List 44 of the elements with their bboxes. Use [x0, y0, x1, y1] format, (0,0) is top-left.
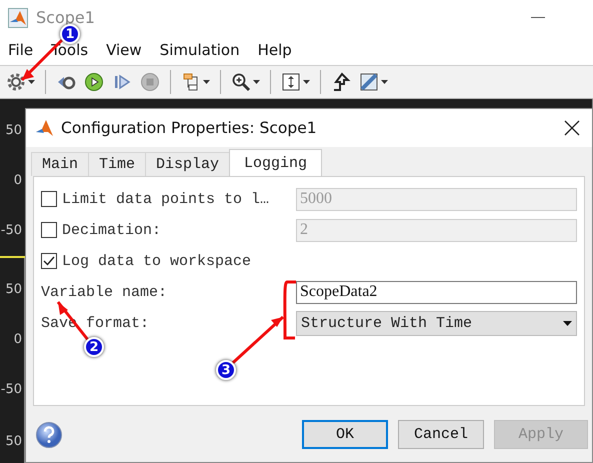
close-icon[interactable]	[564, 120, 580, 136]
axis-tick-label: 0	[12, 172, 22, 190]
checkbox[interactable]	[41, 253, 57, 269]
menu-item[interactable]: Help	[258, 41, 292, 59]
app-logo-icon	[35, 118, 55, 138]
dialog-button[interactable]: OK	[302, 420, 388, 449]
fit-height-icon	[281, 72, 301, 92]
caret-icon	[563, 320, 572, 326]
axis-tick-label: 50	[4, 433, 22, 451]
axis-tick-label: 50	[4, 122, 22, 140]
play-icon	[84, 72, 104, 92]
stop-icon	[140, 72, 160, 92]
axis-tick-label: -50	[0, 381, 22, 399]
bracket-mark	[283, 280, 296, 340]
caret-icon[interactable]	[381, 80, 388, 84]
menu-item[interactable]: View	[106, 41, 142, 59]
caret-icon[interactable]	[303, 80, 310, 84]
tab[interactable]: Logging	[229, 149, 322, 176]
menu-item[interactable]: Simulation	[160, 41, 240, 59]
tab[interactable]: Display	[145, 152, 230, 176]
caret-icon[interactable]	[253, 80, 260, 84]
checkbox-label: Log data to workspace	[62, 252, 252, 270]
caret-icon[interactable]	[203, 80, 210, 84]
step-forward-icon	[112, 72, 132, 92]
window-title: Scope1	[36, 8, 95, 27]
dialog-title: Configuration Properties: Scope1	[61, 119, 317, 137]
signal-step-icon	[331, 72, 351, 92]
tab[interactable]: Time	[88, 152, 146, 176]
dropdown[interactable]: Structure With Time	[296, 310, 577, 336]
axis-tick-label: 0	[12, 331, 22, 349]
settings-icon	[6, 72, 26, 92]
zoom-in-icon	[231, 72, 251, 92]
help-icon[interactable]	[35, 420, 63, 448]
axis-tick-label: -50	[0, 222, 22, 240]
checkbox-label: Decimation:	[62, 222, 162, 238]
field-label: Variable name:	[41, 284, 168, 300]
checkbox-label: Limit data points to l…	[62, 190, 270, 208]
axis-tick-label: 50	[4, 281, 22, 299]
input-field[interactable]: ScopeData2	[296, 280, 577, 304]
app-logo-icon	[8, 8, 28, 28]
ruler-icon	[359, 72, 379, 92]
menu-item[interactable]: File	[8, 41, 34, 59]
dialog-button[interactable]: Cancel	[398, 420, 484, 449]
tab[interactable]: Main	[31, 152, 90, 176]
